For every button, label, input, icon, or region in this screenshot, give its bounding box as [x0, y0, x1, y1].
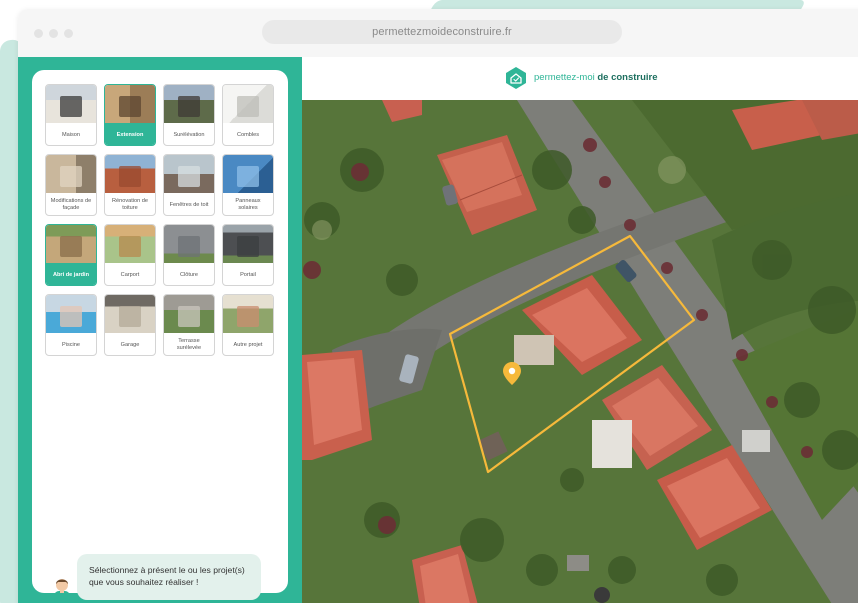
terrace-photo [164, 295, 214, 333]
project-tile[interactable]: Autre projet [222, 294, 274, 356]
project-tile-label: Maison [61, 131, 81, 138]
project-tile[interactable]: Rénovation de toiture [104, 154, 156, 216]
garage-photo [105, 295, 155, 333]
pool-photo [46, 295, 96, 333]
assistant-message: Sélectionnez à présent le ou les projet(… [77, 554, 261, 600]
project-card: Maison Extension Surélévation Combles Modifi… [32, 70, 288, 603]
skylight-photo [164, 155, 214, 193]
project-tile[interactable]: Combles [222, 84, 274, 146]
window-dot [64, 29, 73, 38]
project-tile-label: Extension [105, 123, 155, 145]
project-tile[interactable]: Carport [104, 224, 156, 286]
brand-logo[interactable]: permettez-moi de construire [534, 72, 658, 83]
project-tile[interactable]: Piscine [45, 294, 97, 356]
project-tile[interactable]: Terrasse surélevée [163, 294, 215, 356]
address-bar[interactable]: permettezmoideconstruire.fr [262, 20, 622, 44]
roof-photo [105, 155, 155, 193]
project-tile[interactable]: Maison [45, 84, 97, 146]
brand-part-2: de construire [594, 72, 658, 83]
project-tile-label: Fenêtres de toit [169, 201, 209, 208]
carport-photo [105, 225, 155, 263]
project-tile-label: Panneaux solaires [235, 198, 261, 211]
project-tile-label: Garage [120, 341, 140, 348]
project-tile-label: Piscine [61, 341, 81, 348]
house-photo [46, 85, 96, 123]
project-tile-label: Modifications de façade [50, 198, 92, 211]
project-tile[interactable]: Clôture [163, 224, 215, 286]
project-tile[interactable]: Garage [104, 294, 156, 356]
browser-titlebar: permettezmoideconstruire.fr [18, 9, 858, 57]
other-project-photo [223, 295, 273, 333]
project-tile[interactable]: Panneaux solaires [222, 154, 274, 216]
project-tile[interactable]: Abri de jardin [45, 224, 97, 286]
attic-photo [223, 85, 273, 123]
house [302, 350, 372, 460]
project-tile-label: Autre projet [233, 341, 263, 348]
project-tile[interactable]: Portail [222, 224, 274, 286]
project-tile[interactable]: Surélévation [163, 84, 215, 146]
solar-panel-photo [223, 155, 273, 193]
garden-shed-photo [46, 225, 96, 263]
window-dot [49, 29, 58, 38]
facade-photo [46, 155, 96, 193]
browser-window: permettezmoideconstruire.fr Maison Extens… [18, 9, 858, 603]
site-header: permettez-moi de construire [302, 57, 858, 100]
raised-floor-photo [164, 85, 214, 123]
project-tile-label: Abri de jardin [46, 263, 96, 285]
project-tile-label: Clôture [179, 271, 199, 278]
fence-photo [164, 225, 214, 263]
extension-photo [105, 85, 155, 123]
gate-photo [223, 225, 273, 263]
house-logo-icon [506, 67, 526, 89]
project-tile-label: Portail [240, 271, 256, 278]
aerial-map[interactable] [302, 100, 858, 603]
brand-part-1: permettez-moi [534, 72, 595, 83]
project-tile-label: Rénovation de toiture [111, 198, 149, 211]
project-tile[interactable]: Extension [104, 84, 156, 146]
project-tile-label: Combles [236, 131, 260, 138]
project-tile-label: Carport [120, 271, 140, 278]
project-tile[interactable]: Fenêtres de toit [163, 154, 215, 216]
assistant-avatar [54, 579, 70, 603]
project-tile-label: Terrasse surélevée [176, 338, 202, 351]
project-tile-label: Surélévation [173, 131, 205, 138]
chat-panel: Maison Extension Surélévation Combles Modifi… [18, 57, 302, 603]
window-dot [34, 29, 43, 38]
project-tile[interactable]: Modifications de façade [45, 154, 97, 216]
satellite-view [302, 100, 858, 603]
